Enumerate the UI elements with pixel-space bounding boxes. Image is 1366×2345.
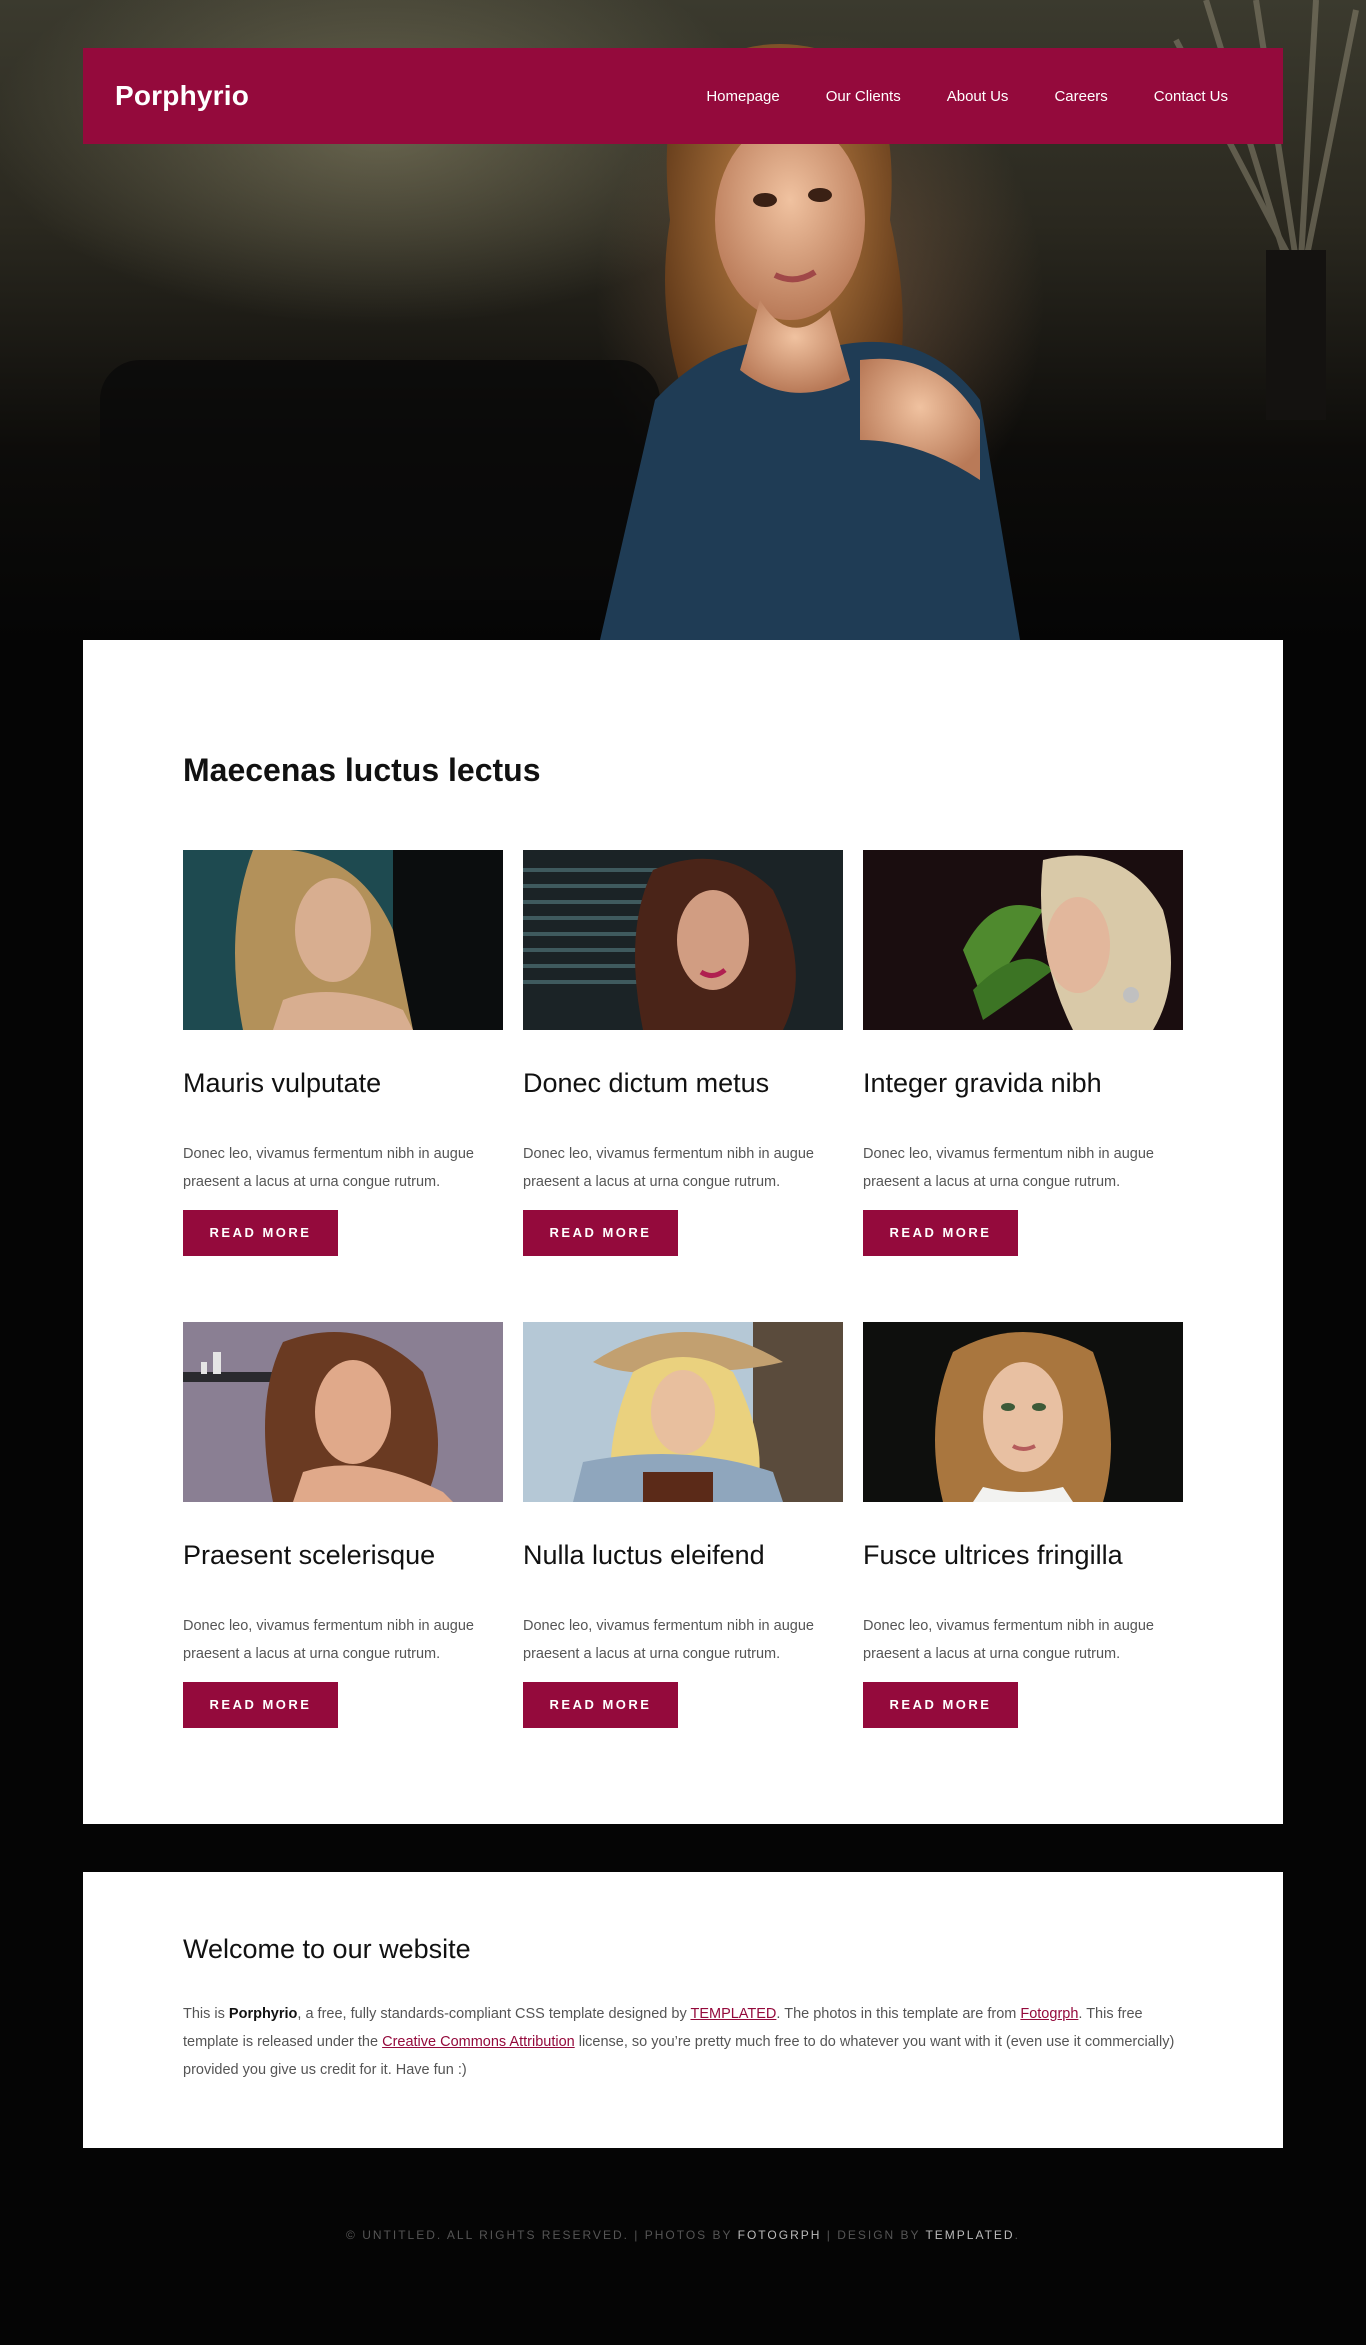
card-thumbnail[interactable]: [523, 1322, 843, 1502]
card-text: Donec leo, vivamus fermentum nibh in aug…: [523, 1618, 814, 1662]
nav-homepage[interactable]: Homepage: [683, 88, 802, 105]
footer-separator: | DESIGN BY: [821, 2228, 926, 2242]
card-title: Nulla luctus eleifend: [523, 1540, 765, 1570]
card-text: Donec leo, vivamus fermentum nibh in aug…: [523, 1146, 814, 1190]
read-more-button[interactable]: READ MORE: [523, 1682, 678, 1728]
card: Mauris vulputate Donec leo, vivamus ferm…: [183, 850, 503, 1256]
card-title: Praesent scelerisque: [183, 1540, 436, 1570]
site-header: Porphyrio Homepage Our Clients About Us …: [83, 48, 1283, 144]
section-title: Maecenas luctus lectus: [183, 752, 541, 788]
card: Integer gravida nibh Donec leo, vivamus …: [863, 850, 1183, 1256]
welcome-title: Welcome to our website: [183, 1934, 471, 1964]
main-nav: Homepage Our Clients About Us Careers Co…: [683, 88, 1251, 105]
card-text: Donec leo, vivamus fermentum nibh in aug…: [863, 1146, 1154, 1190]
read-more-button[interactable]: READ MORE: [863, 1210, 1018, 1256]
welcome-text: This is Porphyrio, a free, fully standar…: [183, 2000, 1183, 2084]
card-photo-image: [863, 1322, 1183, 1502]
card-thumbnail[interactable]: [863, 1322, 1183, 1502]
templated-link[interactable]: TEMPLATED: [690, 2006, 776, 2022]
read-more-button[interactable]: READ MORE: [523, 1210, 678, 1256]
license-link[interactable]: Creative Commons Attribution: [382, 2034, 575, 2050]
card: Nulla luctus eleifend Donec leo, vivamus…: [523, 1322, 843, 1728]
card-photo-image: [183, 1322, 503, 1502]
card-photo-image: [183, 850, 503, 1030]
nav-contact-us[interactable]: Contact Us: [1131, 88, 1251, 105]
welcome-text-part: , a free, fully standards-compliant CSS …: [297, 2006, 691, 2022]
card-photo-image: [863, 850, 1183, 1030]
card-text: Donec leo, vivamus fermentum nibh in aug…: [183, 1618, 474, 1662]
main-section: Maecenas luctus lectus Mauris vulputate …: [83, 640, 1283, 1824]
read-more-button[interactable]: READ MORE: [183, 1210, 338, 1256]
card: Praesent scelerisque Donec leo, vivamus …: [183, 1322, 503, 1728]
card-thumbnail[interactable]: [183, 1322, 503, 1502]
card-title: Mauris vulputate: [183, 1068, 382, 1098]
card-thumbnail[interactable]: [523, 850, 843, 1030]
card: Fusce ultrices fringilla Donec leo, viva…: [863, 1322, 1183, 1728]
card-thumbnail[interactable]: [863, 850, 1183, 1030]
footer-photos-link[interactable]: FOTOGRPH: [738, 2228, 822, 2242]
nav-our-clients[interactable]: Our Clients: [803, 88, 924, 105]
card-title: Donec dictum metus: [523, 1068, 770, 1098]
card: Donec dictum metus Donec leo, vivamus fe…: [523, 850, 843, 1256]
nav-about-us[interactable]: About Us: [924, 88, 1032, 105]
card-title: Fusce ultrices fringilla: [863, 1540, 1123, 1570]
copyright-text: © UNTITLED. ALL RIGHTS RESERVED. | PHOTO…: [346, 2228, 738, 2242]
card-title: Integer gravida nibh: [863, 1068, 1102, 1098]
welcome-text-part: . The photos in this template are from: [776, 2006, 1021, 2022]
welcome-section: Welcome to our website This is Porphyrio…: [83, 1872, 1283, 2148]
card-text: Donec leo, vivamus fermentum nibh in aug…: [863, 1618, 1154, 1662]
welcome-text-part: This is: [183, 2006, 229, 2022]
site-logo[interactable]: Porphyrio: [115, 80, 249, 112]
read-more-button[interactable]: READ MORE: [863, 1682, 1018, 1728]
card-photo-image: [523, 850, 843, 1030]
card-grid: Mauris vulputate Donec leo, vivamus ferm…: [183, 850, 1183, 1728]
site-footer: © UNTITLED. ALL RIGHTS RESERVED. | PHOTO…: [0, 2228, 1366, 2242]
footer-end: .: [1014, 2228, 1020, 2242]
read-more-button[interactable]: READ MORE: [183, 1682, 338, 1728]
welcome-brand-name: Porphyrio: [228, 2006, 298, 2022]
fotogrph-link[interactable]: Fotogrph: [1020, 2006, 1078, 2022]
footer-design-link[interactable]: TEMPLATED: [925, 2228, 1014, 2242]
card-thumbnail[interactable]: [183, 850, 503, 1030]
nav-careers[interactable]: Careers: [1031, 88, 1130, 105]
card-text: Donec leo, vivamus fermentum nibh in aug…: [183, 1146, 474, 1190]
card-photo-image: [523, 1322, 843, 1502]
